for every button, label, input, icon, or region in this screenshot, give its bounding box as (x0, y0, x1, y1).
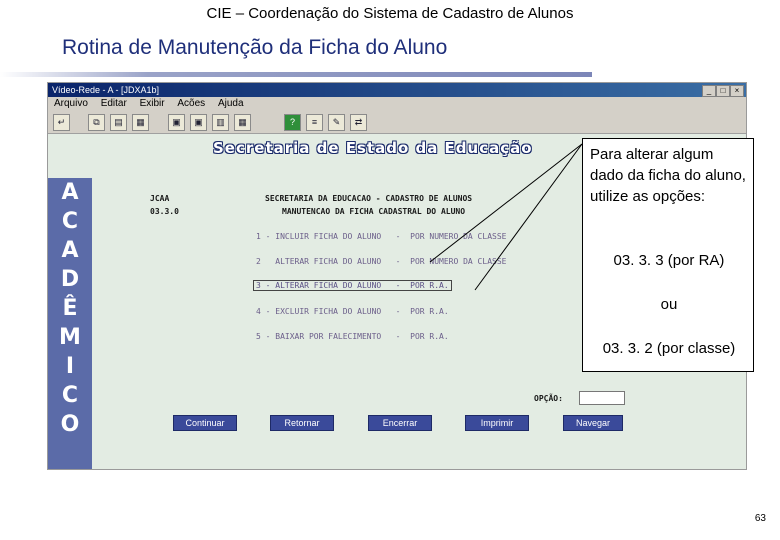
callout-or: ou (660, 296, 678, 313)
callout-option-ra: 03. 3. 3 (por RA) (613, 252, 725, 269)
callout-box: Para alterar algum dado da ficha do alun… (582, 138, 754, 372)
callout-option-classe: 03. 3. 2 (por classe) (602, 340, 736, 357)
page-number: 63 (754, 513, 766, 524)
callout-text: Para alterar algum dado da ficha do alun… (590, 146, 746, 205)
